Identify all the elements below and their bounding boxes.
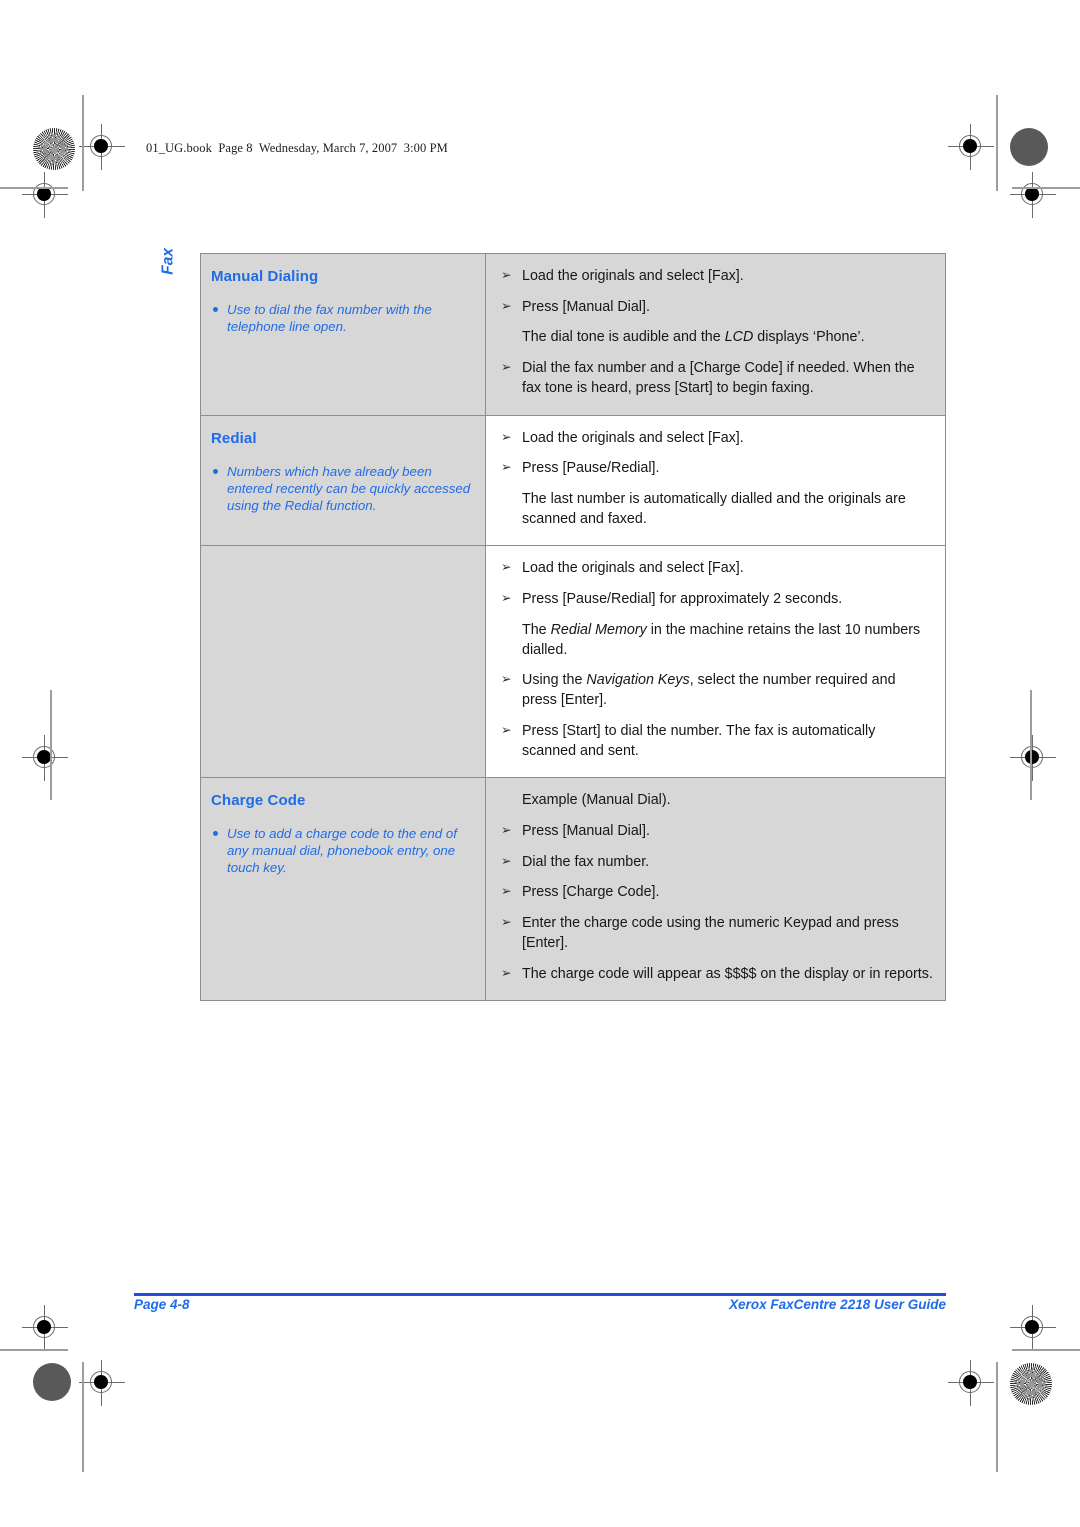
procedure-step: Load the originals and select [Fax]. (500, 267, 933, 287)
feature-label-cell: Redial Numbers which have already been en… (200, 414, 486, 547)
trim-line-right-middle (1030, 690, 1032, 800)
procedure-step: Press [Manual Dial]. (500, 822, 933, 842)
registration-mark-top-right-inner (948, 124, 994, 170)
procedure-step: Load the originals and select [Fax]. (500, 429, 933, 449)
procedure-step: Enter the charge code using the numeric … (500, 914, 933, 953)
procedure-note: The last number is automatically dialled… (522, 491, 906, 527)
registration-mark-left-middle (22, 735, 68, 781)
trim-line-bottom-right (996, 1362, 998, 1472)
feature-label-cell (200, 545, 486, 779)
footer-guide-title: Xerox FaxCentre 2218 User Guide (729, 1297, 946, 1312)
solid-ink-dot-bottom-left (33, 1363, 71, 1401)
fax-procedures-table: Manual Dialing Use to dial the fax number… (200, 253, 946, 1002)
registration-mark-right-lower (1010, 1305, 1056, 1351)
feature-title: Redial (211, 429, 257, 447)
procedure-step: Press [Start] to dial the number. The fa… (500, 722, 933, 761)
table-row: Load the originals and select [Fax]. Pres… (200, 545, 946, 779)
chapter-tab-fax: Fax (78, 248, 177, 275)
registration-mark-bottom-right-inner (948, 1360, 994, 1406)
feature-label-cell: Charge Code Use to add a charge code to t… (200, 777, 486, 1002)
procedure-note: The dial tone is audible and the LCD dis… (522, 329, 865, 346)
registration-mark-left-upper (22, 172, 68, 218)
trim-line-top-right (996, 95, 998, 191)
book-file-header: 01_UG.book Page 8 Wednesday, March 7, 20… (146, 141, 448, 155)
procedure-step: Press [Manual Dial]. (500, 298, 933, 318)
procedure-note: The Redial Memory in the machine retains… (522, 621, 921, 658)
procedure-steps-cell: Load the originals and select [Fax]. Pres… (485, 253, 946, 416)
trim-line-top-right-horizontal (1012, 187, 1080, 189)
footer-divider-rule (134, 1293, 946, 1296)
procedure-step: Press [Charge Code]. (500, 883, 933, 903)
trim-line-left-middle (50, 690, 52, 800)
procedure-step: The charge code will appear as $$$$ on t… (500, 965, 933, 985)
registration-mark-right-middle (1010, 735, 1056, 781)
procedure-note: Example (Manual Dial). (522, 792, 671, 809)
table-row: Manual Dialing Use to dial the fax number… (200, 253, 946, 416)
star-registration-target-bottom-right (1010, 1363, 1052, 1405)
feature-note: Use to dial the fax number with the tele… (211, 301, 471, 335)
trim-line-top-left-horizontal (0, 187, 68, 189)
trim-line-bottom-right-horizontal (1012, 1349, 1080, 1351)
procedure-step: Dial the fax number. (500, 853, 933, 873)
feature-note: Use to add a charge code to the end of a… (211, 825, 471, 876)
feature-label-cell: Manual Dialing Use to dial the fax number… (200, 253, 486, 416)
table-row: Redial Numbers which have already been en… (200, 414, 946, 547)
procedure-step: Load the originals and select [Fax]. (500, 559, 933, 579)
feature-note: Numbers which have already been entered … (211, 463, 471, 514)
registration-mark-top-left-inner (79, 124, 125, 170)
procedure-steps-cell: Load the originals and select [Fax]. Pres… (485, 414, 946, 547)
star-registration-target-top-left (33, 128, 75, 170)
fax-procedures-body: Manual Dialing Use to dial the fax number… (200, 253, 946, 1002)
feature-title: Charge Code (211, 792, 306, 810)
registration-mark-right-upper (1010, 172, 1056, 218)
procedure-step: Dial the fax number and a [Charge Code] … (500, 359, 933, 398)
trim-line-bottom-left (82, 1362, 84, 1472)
chapter-tab-label: Fax (160, 248, 177, 275)
trim-line-top-left (82, 95, 84, 191)
trim-line-bottom-left-horizontal (0, 1349, 68, 1351)
registration-mark-left-lower (22, 1305, 68, 1351)
registration-mark-bottom-left-inner (79, 1360, 125, 1406)
procedure-step: Using the Navigation Keys, select the nu… (500, 671, 933, 710)
table-row: Charge Code Use to add a charge code to t… (200, 777, 946, 1002)
procedure-steps-cell: Load the originals and select [Fax]. Pres… (485, 545, 946, 779)
procedure-step: Press [Pause/Redial]. (500, 459, 933, 479)
solid-ink-dot-top-right (1010, 128, 1048, 166)
footer-page-number: Page 4-8 (134, 1297, 190, 1312)
feature-title: Manual Dialing (211, 268, 319, 285)
procedure-step: Press [Pause/Redial] for approximately 2… (500, 590, 933, 610)
procedure-steps-cell: Example (Manual Dial). Press [Manual Dial… (485, 777, 946, 1002)
